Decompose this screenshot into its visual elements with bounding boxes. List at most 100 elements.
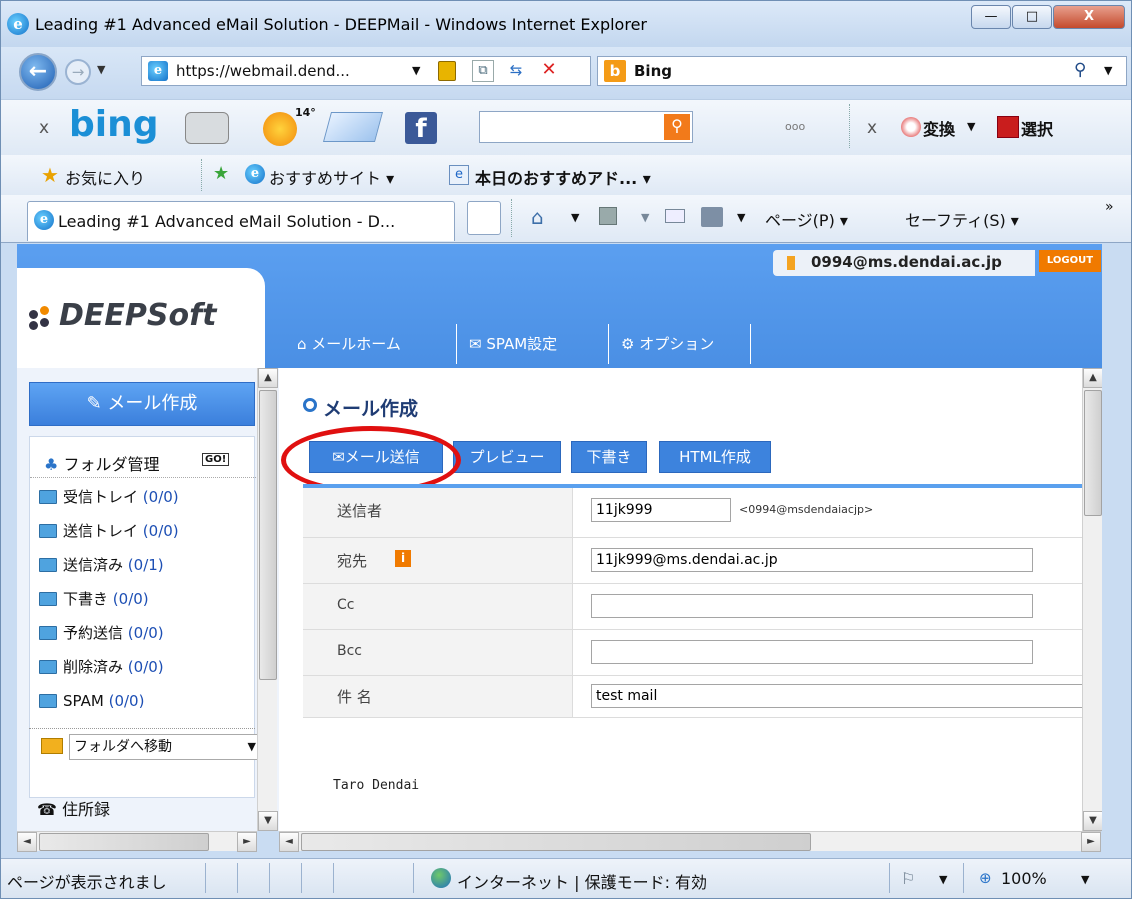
- add-favorite-icon[interactable]: ★: [213, 163, 229, 184]
- compose-button[interactable]: ✎ メール作成: [29, 382, 255, 426]
- maximize-button[interactable]: □: [1012, 5, 1052, 29]
- more-dots[interactable]: ooo: [785, 120, 805, 133]
- henkan-button[interactable]: 変換: [923, 116, 955, 140]
- subject-input[interactable]: test mail: [591, 684, 1102, 708]
- favorites-star-icon[interactable]: ★: [41, 163, 59, 187]
- security-zone[interactable]: インターネット | 保護モード: 有効: [457, 869, 707, 893]
- bcc-input[interactable]: [591, 640, 1033, 664]
- stop-icon[interactable]: ✕: [538, 59, 560, 81]
- preview-button[interactable]: プレビュー: [453, 441, 561, 473]
- protected-mode-icon[interactable]: ⚐: [901, 869, 915, 888]
- search-box[interactable]: b Bing ⚲ ▼: [597, 56, 1127, 86]
- sidebar-scroll-left-button[interactable]: ◄: [17, 832, 37, 852]
- toolbar-close-icon[interactable]: x: [39, 118, 49, 138]
- to-input[interactable]: 11jk999@ms.dendai.ac.jp: [591, 548, 1033, 572]
- zoom-level[interactable]: 100%: [1001, 869, 1047, 888]
- address-book-picker-icon[interactable]: i: [395, 550, 411, 567]
- facebook-icon[interactable]: f: [405, 112, 437, 144]
- henkan-dropdown-icon[interactable]: ▼: [967, 120, 975, 133]
- history-dropdown-icon[interactable]: ▼: [97, 63, 105, 76]
- feeds-dropdown-icon[interactable]: ▼: [641, 211, 649, 224]
- toolbar-overflow-chevron[interactable]: »: [1105, 199, 1114, 215]
- address-book-link[interactable]: ☎ 住所録: [37, 796, 110, 820]
- print-icon[interactable]: [701, 207, 723, 227]
- print-dropdown-icon[interactable]: ▼: [737, 211, 745, 224]
- main-scroll-up-button[interactable]: ▲: [1083, 368, 1102, 388]
- zoom-icon[interactable]: ⊕: [979, 869, 992, 887]
- search-dropdown-icon[interactable]: ▼: [1104, 64, 1112, 77]
- tab-label[interactable]: Leading #1 Advanced eMail Solution - D..…: [58, 212, 395, 231]
- home-dropdown-icon[interactable]: ▼: [571, 211, 579, 224]
- address-bar[interactable]: e https://webmail.dend... ▼ ⧉ ⇆ ✕: [141, 56, 591, 86]
- read-mail-icon[interactable]: [665, 209, 685, 223]
- sentaku-button[interactable]: 選択: [1021, 116, 1053, 140]
- addons-link[interactable]: 本日のおすすめアド... ▾: [475, 165, 651, 189]
- select-icon[interactable]: [997, 116, 1019, 138]
- folder-inbox[interactable]: 受信トレイ (0/0): [39, 484, 179, 510]
- main-hscrollbar[interactable]: ◄ ►: [279, 831, 1101, 852]
- forward-button[interactable]: →: [65, 59, 91, 85]
- main-scroll-left-button[interactable]: ◄: [279, 832, 299, 852]
- go-button[interactable]: GO!: [202, 453, 230, 466]
- refresh-icon[interactable]: ⇆: [504, 60, 528, 82]
- favorites-label[interactable]: お気に入り: [65, 165, 145, 189]
- scroll-up-button[interactable]: ▲: [258, 368, 278, 388]
- bing-logo[interactable]: bing: [69, 104, 159, 145]
- logout-button[interactable]: LOGOUT: [1039, 250, 1101, 272]
- main-hscroll-thumb[interactable]: [301, 833, 811, 851]
- safety-menu[interactable]: セーフティ(S) ▾: [905, 207, 1019, 231]
- html-compose-button[interactable]: HTML作成: [659, 441, 771, 473]
- cc-input[interactable]: [591, 594, 1033, 618]
- car-icon[interactable]: [185, 112, 229, 144]
- browser-tab[interactable]: e Leading #1 Advanced eMail Solution - D…: [27, 201, 455, 241]
- main-scroll-down-button[interactable]: ▼: [1083, 811, 1102, 831]
- main-scrollbar[interactable]: ▲ ▼: [1082, 368, 1102, 831]
- sender-input[interactable]: 11jk999: [591, 498, 731, 522]
- lock-icon[interactable]: [438, 61, 456, 81]
- toolbar2-close-icon[interactable]: x: [867, 118, 877, 138]
- feeds-icon[interactable]: [599, 207, 617, 225]
- main-scroll-thumb[interactable]: [1084, 390, 1102, 516]
- mail-icon[interactable]: [322, 112, 384, 142]
- sidebar-scrollbar[interactable]: ▲ ▼: [257, 368, 278, 831]
- page-menu[interactable]: ページ(P) ▾: [765, 207, 848, 231]
- minimize-button[interactable]: —: [971, 5, 1011, 29]
- folder-drafts[interactable]: 下書き (0/0): [39, 586, 149, 612]
- folder-icon: [39, 558, 57, 572]
- scroll-down-button[interactable]: ▼: [258, 811, 278, 831]
- bing-search-input[interactable]: ⚲: [479, 111, 693, 143]
- folder-outbox[interactable]: 送信トレイ (0/0): [39, 518, 179, 544]
- weather-sun-icon[interactable]: [263, 112, 297, 146]
- back-button[interactable]: ←: [19, 53, 57, 91]
- close-button[interactable]: X: [1053, 5, 1125, 29]
- body-textarea[interactable]: Taro Dendai: [303, 746, 1083, 826]
- protected-dropdown-icon[interactable]: ▼: [939, 873, 947, 886]
- new-tab-button[interactable]: [467, 201, 501, 235]
- folder-sent[interactable]: 送信済み (0/1): [39, 552, 164, 578]
- translate-icon[interactable]: [901, 117, 921, 137]
- folder-manage-link[interactable]: ♣ フォルダ管理: [44, 451, 159, 475]
- scroll-thumb[interactable]: [259, 390, 277, 680]
- bing-search-icon[interactable]: ⚲: [664, 114, 690, 140]
- main-scroll-right-button[interactable]: ►: [1081, 832, 1101, 852]
- folder-spam[interactable]: SPAM (0/0): [39, 688, 144, 714]
- move-folder-select[interactable]: フォルダへ移動 ▼: [69, 734, 259, 760]
- nav-options[interactable]: ⚙ オプション: [609, 324, 751, 364]
- draft-button[interactable]: 下書き: [571, 441, 647, 473]
- compat-view-icon[interactable]: ⧉: [472, 60, 494, 82]
- bcc-label: Bcc: [337, 643, 362, 659]
- sidebar-hscroll-thumb[interactable]: [39, 833, 209, 851]
- folder-scheduled[interactable]: 予約送信 (0/0): [39, 620, 164, 646]
- folder-deleted[interactable]: 削除済み (0/0): [39, 654, 164, 680]
- suggested-sites-link[interactable]: おすすめサイト ▾: [269, 165, 394, 189]
- sidebar-hscrollbar[interactable]: ◄ ►: [17, 831, 257, 852]
- options-nav-icon: ⚙: [621, 335, 640, 353]
- home-icon[interactable]: ⌂: [531, 205, 544, 229]
- zoom-dropdown-icon[interactable]: ▼: [1081, 873, 1089, 886]
- nav-mail-home[interactable]: ⌂ メールホーム: [287, 324, 457, 364]
- url-dropdown-icon[interactable]: ▼: [412, 64, 420, 77]
- sidebar-scroll-right-button[interactable]: ►: [237, 832, 257, 852]
- url-text[interactable]: https://webmail.dend...: [176, 62, 350, 80]
- search-icon[interactable]: ⚲: [1074, 60, 1086, 80]
- nav-spam-settings[interactable]: ✉ SPAM設定: [457, 324, 609, 364]
